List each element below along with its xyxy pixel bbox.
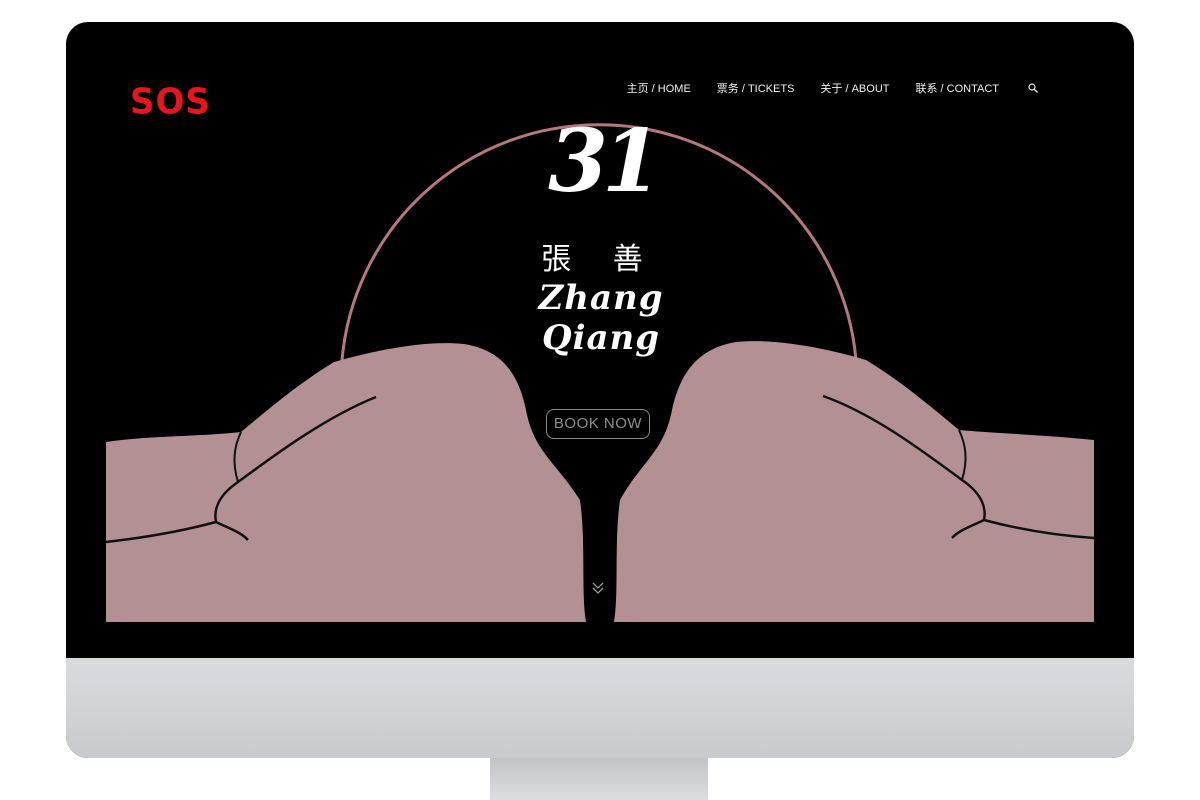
search-icon[interactable] (1027, 82, 1039, 94)
double-chevron-down-icon[interactable] (590, 580, 606, 596)
nav-contact[interactable]: 联系 / CONTACT (915, 80, 999, 96)
main-nav: 主页 / HOME 票务 / TICKETS 关于 / ABOUT 联系 / C… (601, 80, 1039, 96)
nav-tickets[interactable]: 票务 / TICKETS (717, 80, 795, 96)
hero-artwork: 31 張 善 Zhang Qiang BOOK NOW (66, 22, 1134, 658)
site-logo[interactable]: SOS (130, 81, 211, 125)
nav-home[interactable]: 主页 / HOME (627, 80, 691, 96)
nav-about[interactable]: 关于 / ABOUT (820, 80, 889, 96)
left-glove (106, 343, 586, 622)
book-now-button[interactable]: BOOK NOW (546, 409, 650, 439)
monitor-stand (490, 758, 708, 800)
hero-number: 31 (548, 111, 662, 212)
monitor-chin (66, 658, 1134, 758)
right-glove (614, 341, 1094, 622)
hero-english-name: Zhang Qiang (538, 278, 664, 358)
monitor-screen: 31 張 善 Zhang Qiang BOOK NOW SOS 主页 / HOM… (66, 22, 1134, 758)
hero-chinese-name: 張 善 (541, 242, 659, 277)
